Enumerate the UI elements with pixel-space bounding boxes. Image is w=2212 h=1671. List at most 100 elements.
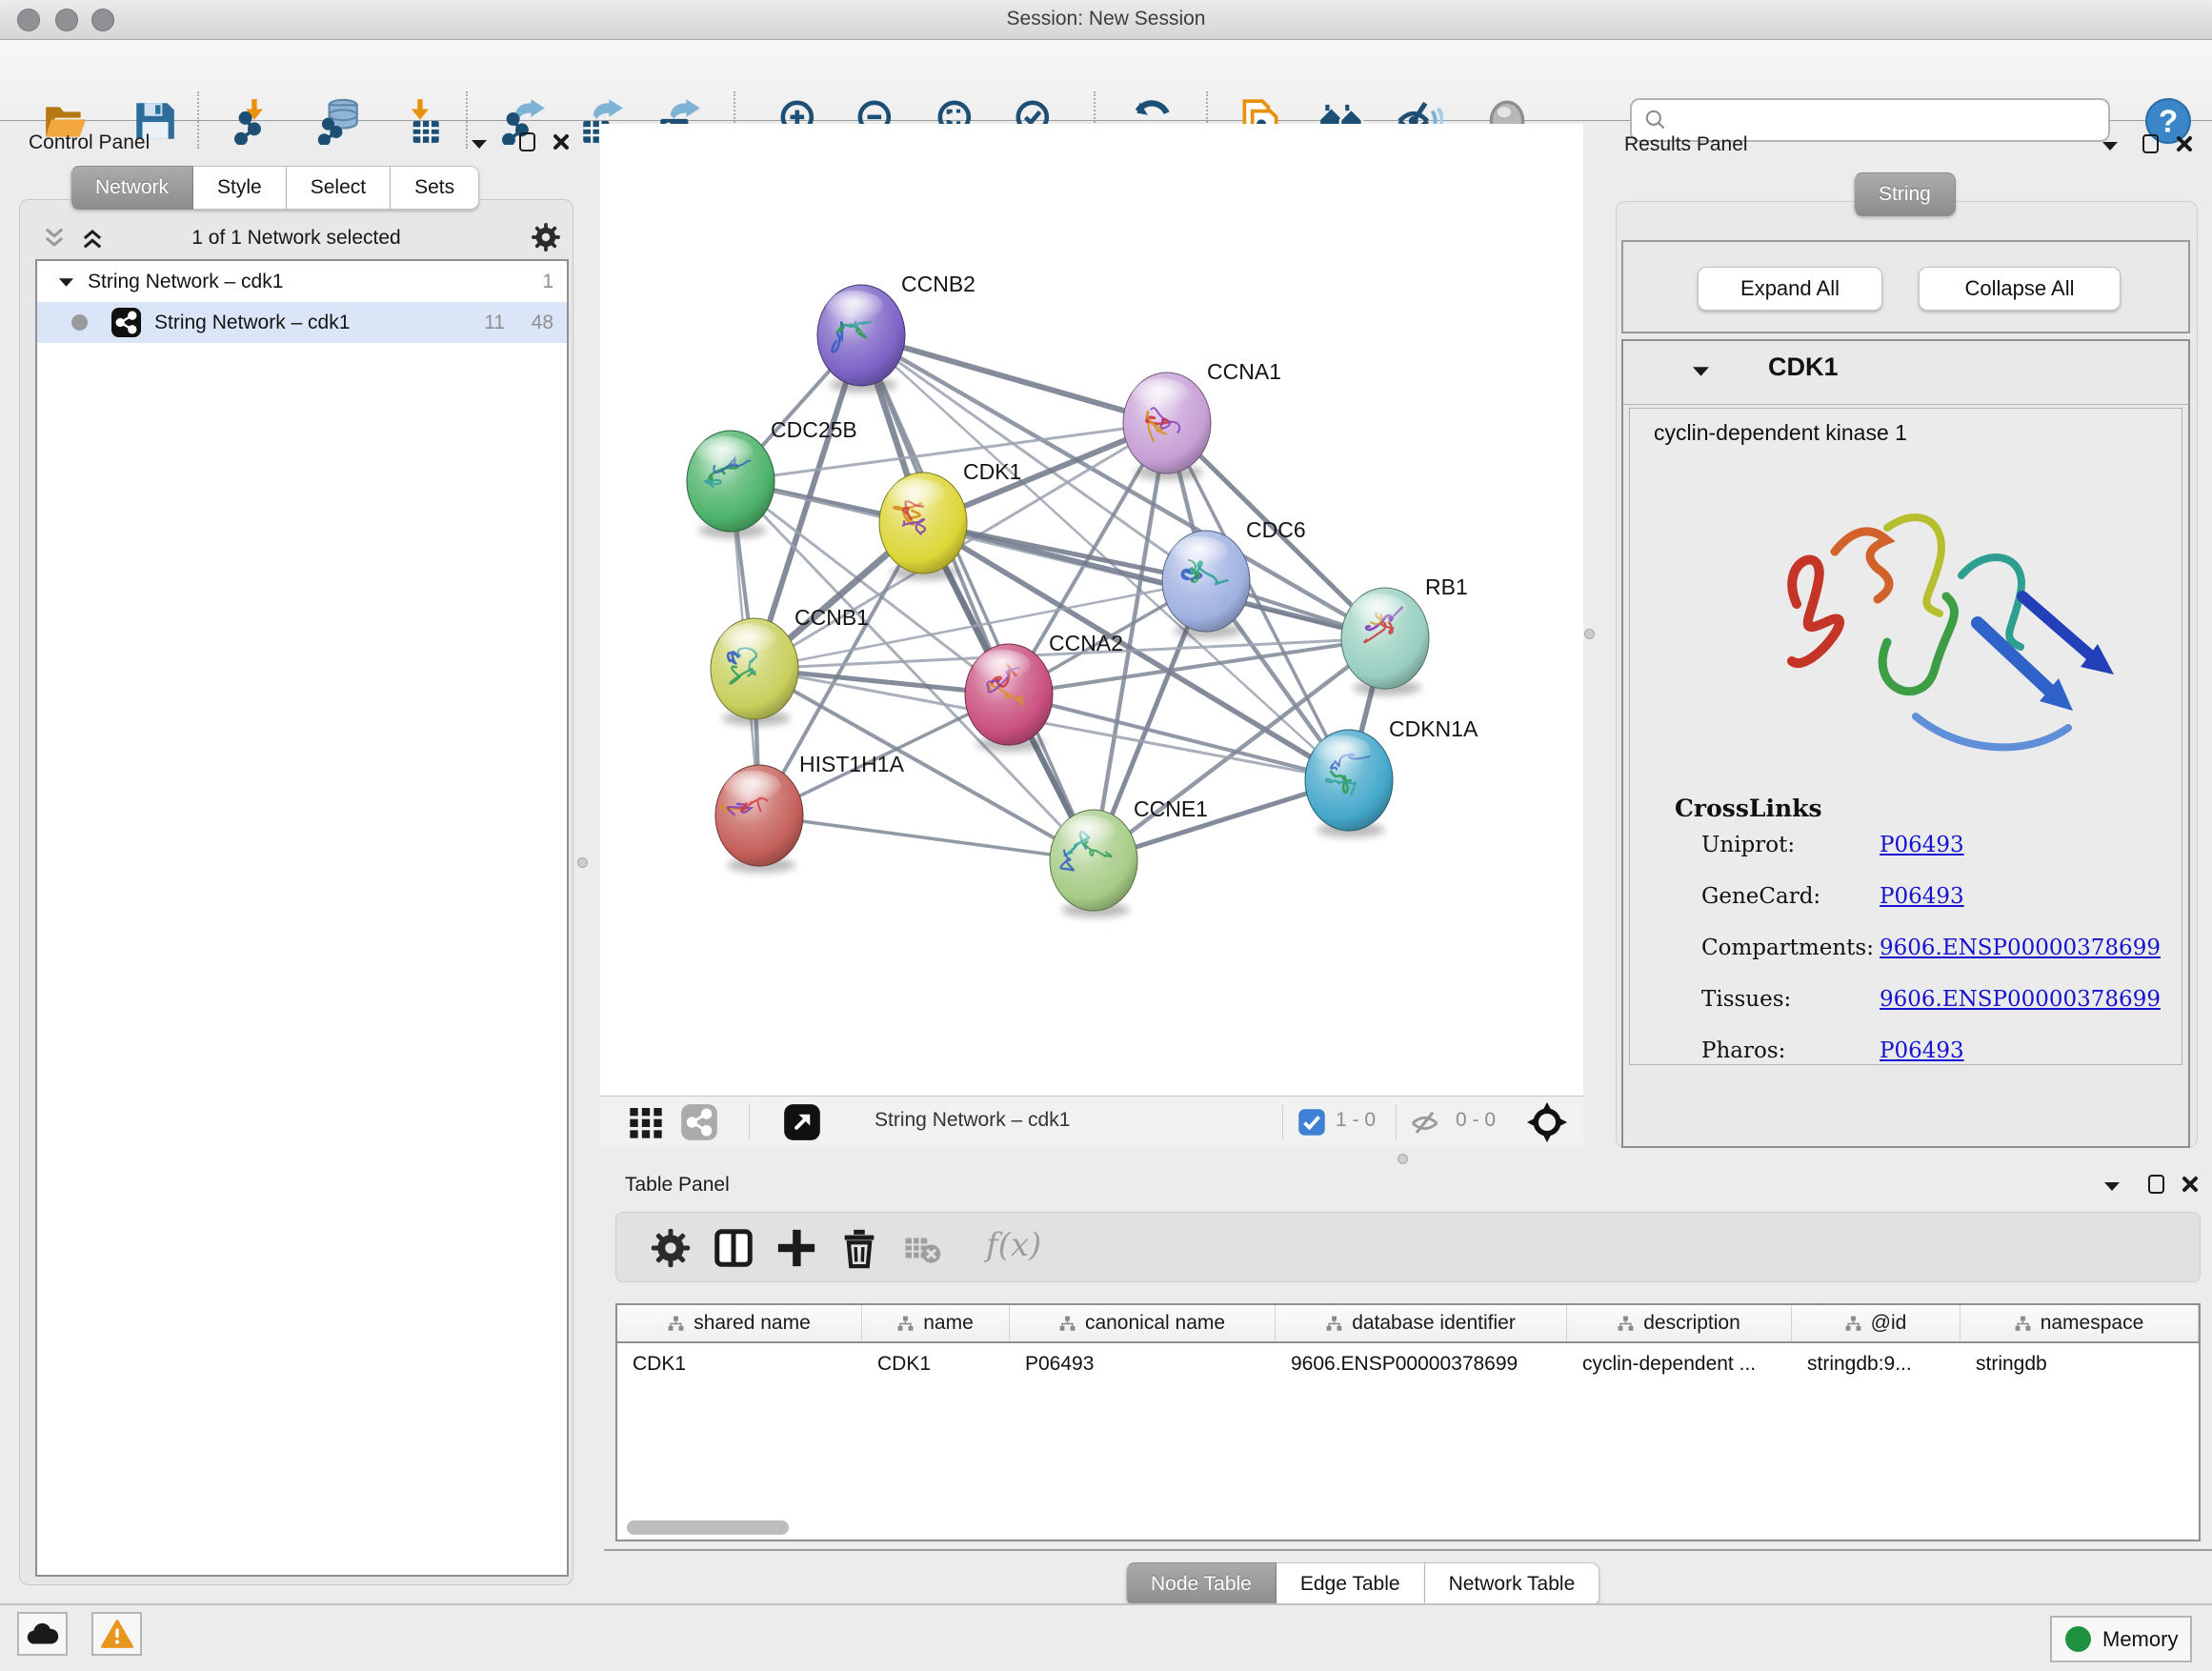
table-panel-close-button[interactable] [2178,1172,2202,1197]
column-type-icon [2015,1316,2031,1332]
horizontal-splitter-handle[interactable] [1398,1154,1408,1164]
column-header-shared-name[interactable]: shared name [617,1305,862,1341]
tab-select[interactable]: Select [287,166,391,210]
crosslink-link[interactable]: 9606.ENSP00000378699 [1880,936,2161,960]
tab-network-table[interactable]: Network Table [1425,1562,1600,1606]
hidden-node-edge-counts: 0 - 0 [1456,1109,1496,1132]
status-bar: Memory [0,1603,2212,1671]
network-edge[interactable] [861,335,1094,860]
node-label: CCNA2 [1049,631,1123,655]
tab-string[interactable]: String [1854,172,1956,216]
crosslink-link[interactable]: P06493 [1880,833,1964,857]
table-panel-title: Table Panel [625,1174,730,1197]
crosslink-label: Uniprot: [1701,833,1795,857]
network-collection-row[interactable]: String Network – cdk1 1 [37,261,567,302]
section-expander-icon[interactable] [1692,365,1710,377]
warning-icon [101,1619,133,1649]
protein-structure-image [1744,461,2125,775]
gear-icon[interactable] [530,221,562,253]
close-icon [552,132,571,151]
tab-node-table[interactable]: Node Table [1126,1562,1277,1606]
column-type-icon [1059,1316,1076,1332]
table-panel: Table Panel [604,1170,2212,1602]
table-panel-menu-button[interactable] [2100,1174,2124,1198]
left-splitter-handle[interactable] [577,857,588,868]
table-settings-gear-icon[interactable] [649,1226,693,1270]
network-canvas[interactable]: CCNB2CCNA1CDC25BCDK1CDC6RB1CCNB1CCNA2CDK… [600,124,1583,1096]
tab-network[interactable]: Network [70,166,193,210]
network-node-hist1h1a[interactable]: HIST1H1A [715,752,905,873]
tab-edge-table[interactable]: Edge Table [1277,1562,1425,1606]
node-gloss [1171,536,1228,567]
expand-all-button[interactable]: Expand All [1698,267,1882,311]
node-label: CDC25B [771,417,857,442]
column-header-@id[interactable]: @id [1792,1305,1961,1341]
network-edge[interactable] [759,815,1094,860]
crosslinks-heading: CrossLinks [1675,795,1822,822]
fit-content-crosshair-icon[interactable] [1526,1101,1568,1143]
create-column-plus-icon[interactable] [774,1226,818,1270]
birds-eye-view-icon[interactable] [627,1103,665,1141]
column-header-label: @id [1871,1312,1907,1335]
delete-table-icon [902,1226,942,1270]
network-node-rb1[interactable]: RB1 [1341,574,1468,695]
column-header-name[interactable]: name [862,1305,1010,1341]
right-splitter-handle[interactable] [1584,629,1595,639]
crosslink-link[interactable]: P06493 [1880,884,1964,909]
crosslink-link[interactable]: P06493 [1880,1038,1964,1063]
network-node-cdkn1a[interactable]: CDKN1A [1305,716,1478,837]
column-header-label: namespace [2041,1312,2144,1335]
expander-icon[interactable] [58,276,74,288]
control-panel-menu-button[interactable] [467,131,492,156]
horizontal-scrollbar-thumb[interactable] [627,1520,789,1535]
results-panel-menu-button[interactable] [2098,133,2122,158]
column-header-description[interactable]: description [1567,1305,1792,1341]
protein-description: cyclin-dependent kinase 1 [1654,420,1907,446]
results-panel-float-button[interactable] [2138,131,2162,156]
open-in-new-window-icon[interactable] [783,1103,821,1141]
table-cell: CDK1 [862,1345,1010,1383]
network-edge-count: 48 [532,312,553,334]
column-header-canonical-name[interactable]: canonical name [1010,1305,1276,1341]
selected-checkbox-icon[interactable] [1297,1108,1326,1137]
node-label: CDC6 [1246,517,1306,542]
collapse-all-button[interactable]: Collapse All [1919,267,2121,311]
network-status-dot [71,314,88,331]
share-network-icon[interactable] [680,1103,718,1141]
memory-button[interactable]: Memory [2050,1616,2192,1662]
protein-details: cyclin-dependent kinase 1 CrossLinks Uni… [1629,408,2182,1065]
network-edge[interactable] [861,335,1167,423]
node-gloss [719,624,776,654]
show-columns-icon[interactable] [712,1226,755,1270]
network-node-count: 11 [484,312,505,334]
network-edge[interactable] [923,523,1385,638]
network-node-ccna1[interactable]: CCNA1 [1123,359,1281,480]
cloud-button[interactable] [17,1612,68,1656]
network-selection-status: 1 of 1 Network selected [19,227,573,250]
main-toolbar: ? [0,40,2212,121]
warnings-button[interactable] [91,1612,142,1656]
crosslink-row: Compartments:9606.ENSP00000378699 [1630,936,2182,987]
table-panel-float-button[interactable] [2143,1172,2168,1197]
network-row[interactable]: String Network – cdk1 11 48 [37,302,567,343]
cloud-icon [26,1620,60,1648]
network-node-cdc25b[interactable]: CDC25B [687,417,857,538]
column-header-namespace[interactable]: namespace [1961,1305,2199,1341]
results-panel-close-button[interactable] [2172,131,2197,156]
control-panel-float-button[interactable] [514,130,539,154]
control-panel-close-button[interactable] [549,130,573,154]
table-cell: stringdb [1961,1345,2199,1383]
network-node-cdk1[interactable]: CDK1 [879,459,1021,580]
column-header-database-identifier[interactable]: database identifier [1276,1305,1567,1341]
table-cell: 9606.ENSP00000378699 [1276,1345,1567,1383]
table-cell: P06493 [1010,1345,1276,1383]
delete-column-trash-icon[interactable] [837,1226,881,1270]
network-graph[interactable]: CCNB2CCNA1CDC25BCDK1CDC6RB1CCNB1CCNA2CDK… [600,124,1583,1096]
crosslink-label: Pharos: [1701,1038,1785,1063]
crosslink-link[interactable]: 9606.ENSP00000378699 [1880,987,2161,1012]
table-row[interactable]: CDK1CDK1P064939606.ENSP00000378699cyclin… [617,1345,2199,1383]
tab-style[interactable]: Style [193,166,287,210]
selected-node-edge-counts: 1 - 0 [1336,1109,1376,1132]
network-node-ccnb2[interactable]: CCNB2 [817,272,975,393]
tab-sets[interactable]: Sets [391,166,479,210]
